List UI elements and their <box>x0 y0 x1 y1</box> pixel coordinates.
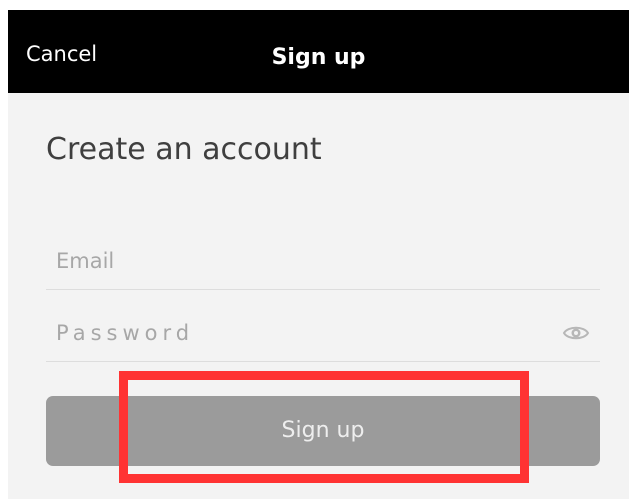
email-field <box>46 233 600 290</box>
eye-icon[interactable] <box>562 323 590 343</box>
email-input[interactable] <box>56 243 526 279</box>
create-account-heading: Create an account <box>46 132 322 167</box>
navigation-bar: Cancel Sign up <box>8 10 629 93</box>
eye-icon-graphic <box>562 326 590 340</box>
password-input[interactable] <box>56 315 526 351</box>
signup-form: Create an account Sign up <box>8 93 629 499</box>
page-title: Sign up <box>271 45 366 70</box>
password-field <box>46 305 600 362</box>
signup-button[interactable]: Sign up <box>46 396 600 466</box>
